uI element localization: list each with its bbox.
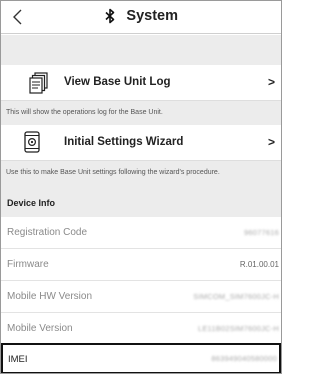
mobile-hw-version-row: Mobile HW Version SIMCOM_SIM7600JC-H bbox=[1, 281, 281, 313]
header-title-group: System bbox=[1, 7, 281, 25]
firmware-label: Firmware bbox=[7, 259, 49, 270]
mobile-version-value: LE11B02SIM7600JC-H bbox=[197, 324, 279, 333]
imei-label: IMEI bbox=[8, 354, 28, 365]
document-stack-icon bbox=[29, 72, 48, 94]
bluetooth-icon bbox=[105, 8, 115, 24]
initial-settings-wizard-description: Use this to make Base Unit settings foll… bbox=[1, 161, 281, 185]
view-base-unit-log-label: View Base Unit Log bbox=[64, 76, 171, 88]
header-bar: System bbox=[1, 1, 281, 34]
view-base-unit-log-description: This will show the operations log for th… bbox=[1, 101, 281, 125]
mobile-hw-version-value: SIMCOM_SIM7600JC-H bbox=[193, 292, 279, 301]
chevron-right-icon: > bbox=[267, 75, 275, 89]
device-info-section-header: Device Info bbox=[1, 185, 281, 217]
registration-code-label: Registration Code bbox=[7, 227, 88, 238]
view-base-unit-log-item[interactable]: View Base Unit Log > bbox=[1, 65, 281, 101]
mobile-hw-version-label: Mobile HW Version bbox=[7, 291, 93, 302]
mobile-version-label: Mobile Version bbox=[7, 323, 73, 334]
firmware-row: Firmware R.01.00.01 bbox=[1, 249, 281, 281]
registration-code-row: Registration Code 96077616 bbox=[1, 217, 281, 249]
registration-code-value: 96077616 bbox=[244, 228, 279, 237]
initial-settings-wizard-item[interactable]: Initial Settings Wizard > bbox=[1, 125, 281, 161]
device-info-heading: Device Info bbox=[7, 198, 56, 208]
top-spacer bbox=[1, 35, 281, 65]
system-screen: System View Base Unit Log > This will sh… bbox=[0, 0, 282, 374]
imei-value: 863949040580000 bbox=[211, 354, 277, 363]
chevron-right-icon: > bbox=[267, 135, 275, 149]
firmware-value: R.01.00.01 bbox=[239, 260, 279, 269]
initial-settings-wizard-label: Initial Settings Wizard bbox=[64, 136, 184, 148]
phone-settings-icon bbox=[24, 131, 40, 153]
page-title: System bbox=[126, 7, 179, 24]
mobile-version-row: Mobile Version LE11B02SIM7600JC-H bbox=[1, 313, 281, 345]
imei-row[interactable]: IMEI 863949040580000 bbox=[1, 343, 281, 373]
